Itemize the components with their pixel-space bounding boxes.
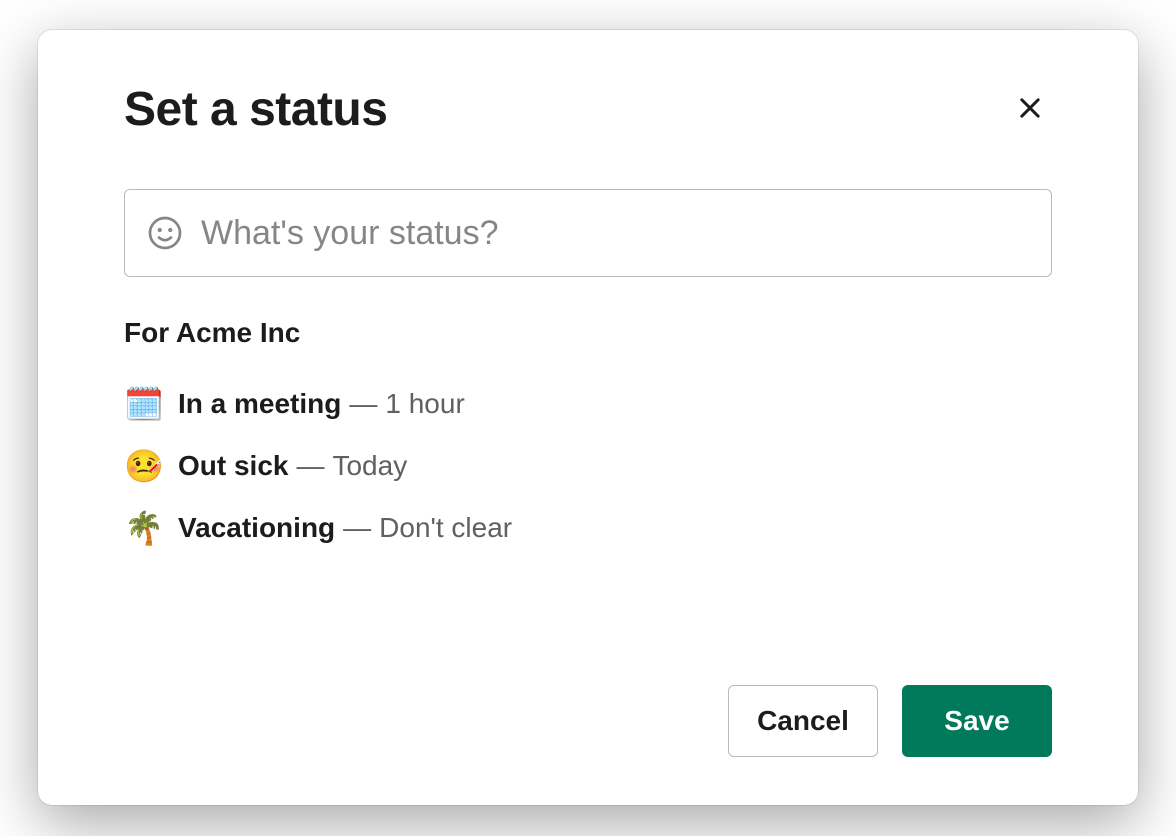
cancel-button[interactable]: Cancel bbox=[728, 685, 878, 757]
close-icon bbox=[1016, 94, 1044, 125]
status-input[interactable] bbox=[201, 214, 1029, 253]
palm-tree-icon: 🌴 bbox=[124, 509, 168, 547]
status-input-container[interactable] bbox=[124, 189, 1052, 277]
preset-label: In a meeting bbox=[178, 388, 341, 420]
preset-meeting[interactable]: 🗓️ In a meeting — 1 hour bbox=[124, 373, 1052, 435]
preset-separator: — bbox=[296, 450, 324, 482]
preset-separator: — bbox=[343, 512, 371, 544]
preset-separator: — bbox=[349, 388, 377, 420]
save-button[interactable]: Save bbox=[902, 685, 1052, 757]
preset-sick[interactable]: 🤒 Out sick — Today bbox=[124, 435, 1052, 497]
preset-duration: Today bbox=[332, 450, 407, 482]
modal-header: Set a status bbox=[124, 82, 1052, 137]
sick-face-icon: 🤒 bbox=[124, 447, 168, 485]
close-button[interactable] bbox=[1008, 88, 1052, 132]
smiley-icon[interactable] bbox=[147, 215, 183, 251]
preset-label: Out sick bbox=[178, 450, 288, 482]
preset-list: 🗓️ In a meeting — 1 hour 🤒 Out sick — To… bbox=[124, 373, 1052, 559]
calendar-icon: 🗓️ bbox=[124, 385, 168, 423]
preset-duration: Don't clear bbox=[379, 512, 512, 544]
preset-duration: 1 hour bbox=[385, 388, 464, 420]
preset-label: Vacationing bbox=[178, 512, 335, 544]
modal-footer: Cancel Save bbox=[728, 685, 1052, 757]
set-status-modal: Set a status For Acme Inc 🗓️ In a me bbox=[38, 30, 1138, 805]
org-label: For Acme Inc bbox=[124, 317, 1052, 349]
modal-title: Set a status bbox=[124, 82, 387, 137]
preset-vacation[interactable]: 🌴 Vacationing — Don't clear bbox=[124, 497, 1052, 559]
